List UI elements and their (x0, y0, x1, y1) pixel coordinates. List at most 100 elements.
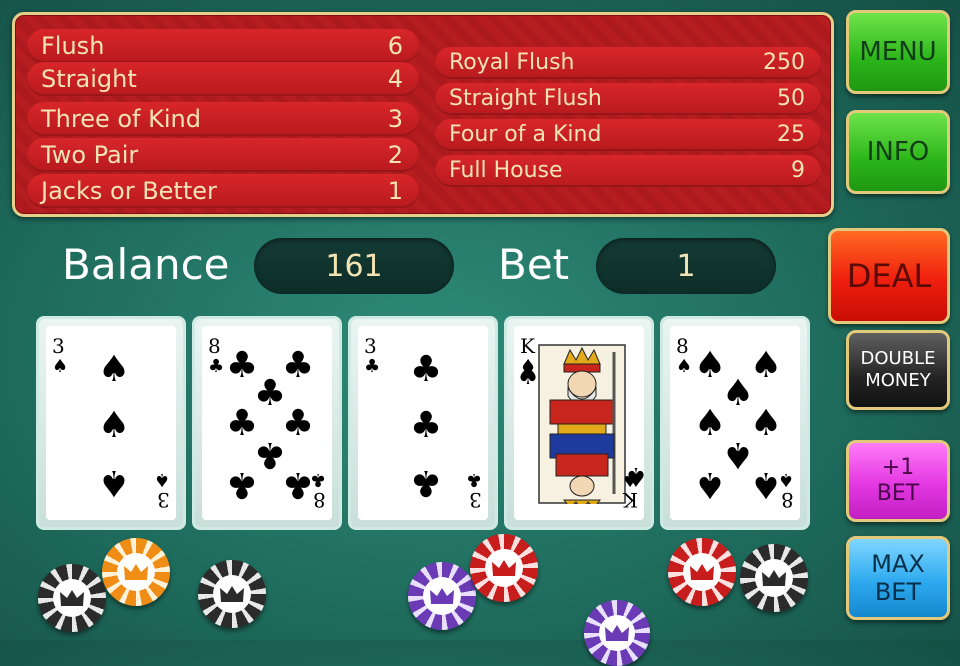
bet-value: 1 (596, 238, 776, 294)
chip-purple[interactable] (584, 600, 650, 666)
crown-icon (429, 587, 454, 604)
card-face: 3 ♣ ♣ ♣ ♣ ♣ 3 (358, 326, 488, 520)
spade-icon: ♠ (749, 345, 783, 386)
chip-black[interactable] (740, 544, 808, 612)
info-button[interactable]: INFO (846, 110, 950, 194)
spade-icon: ♠ (516, 361, 540, 391)
club-icon: ♣ (409, 349, 443, 390)
card-face: 3 ♠ ♠ ♠ ♠ ♠ 3 (46, 326, 176, 520)
spade-icon: ♠ (693, 464, 727, 505)
double-money-line2: MONEY (865, 370, 931, 391)
menu-button-label: MENU (859, 37, 937, 67)
double-money-line1: DOUBLE (860, 348, 936, 369)
card-5[interactable]: 8 ♠ ♠ ♠ ♠ ♠ ♠ ♠ ♠ ♠ ♠ 8 (660, 316, 810, 530)
hand-payout: 2 (387, 141, 403, 169)
chip-black[interactable] (38, 564, 106, 632)
card-rank: 8 (676, 334, 689, 358)
hand-name: Four of a Kind (449, 122, 602, 147)
hand-name: Straight (41, 65, 137, 93)
club-icon: ♣ (364, 356, 381, 377)
crown-icon (59, 589, 84, 606)
double-money-button[interactable]: DOUBLE MONEY (846, 330, 950, 410)
card-rank: 3 (469, 488, 482, 512)
club-icon: ♣ (409, 462, 443, 503)
spade-icon: ♠ (153, 469, 170, 490)
balance-value: 161 (254, 238, 454, 294)
max-bet-line1: MAX (871, 550, 925, 578)
max-bet-line2: BET (874, 578, 922, 606)
king-portrait-icon (538, 344, 626, 504)
deal-button-label: DEAL (846, 257, 932, 295)
crown-icon (123, 563, 148, 580)
card-3[interactable]: 3 ♣ ♣ ♣ ♣ ♣ 3 (348, 316, 498, 530)
card-rank: 3 (52, 334, 65, 358)
hand-name: Two Pair (41, 141, 139, 169)
card-rank: 8 (781, 488, 794, 512)
spade-icon: ♠ (621, 469, 638, 490)
spade-icon: ♠ (97, 405, 131, 446)
club-icon: ♣ (208, 356, 225, 377)
menu-button[interactable]: MENU (846, 10, 950, 94)
chip-purple[interactable] (408, 562, 476, 630)
crown-icon (689, 563, 714, 580)
club-icon: ♣ (225, 464, 259, 505)
card-face: 8 ♣ ♣ ♣ ♣ ♣ ♣ ♣ ♣ ♣ ♣ 8 (202, 326, 332, 520)
hand-payout: 4 (387, 65, 403, 93)
crown-icon (761, 569, 786, 586)
club-icon: ♣ (309, 469, 326, 490)
card-face: K ♠ ♠ ♠ ♠ K (514, 326, 648, 520)
club-icon: ♣ (281, 403, 315, 444)
paytable-row: Jacks or Better 1 (27, 174, 419, 208)
paytable-row: Four of a Kind 25 (435, 119, 821, 151)
spade-icon: ♠ (777, 469, 794, 490)
spade-icon: ♠ (52, 356, 69, 377)
bet-label: Bet (498, 240, 570, 289)
paytable-row: Straight 4 (27, 62, 419, 96)
hand-name: Flush (41, 32, 105, 60)
paytable-row: Two Pair 2 (27, 138, 419, 172)
paytable-row: Royal Flush 250 (435, 47, 821, 79)
hand-name: Straight Flush (449, 86, 602, 111)
card-rank: 3 (364, 334, 377, 358)
hand-payout: 250 (763, 50, 805, 75)
hand-payout: 25 (777, 122, 805, 147)
balance-label: Balance (62, 240, 230, 289)
card-rank: 8 (208, 334, 221, 358)
club-icon: ♣ (409, 405, 443, 446)
hand-name: Jacks or Better (41, 177, 217, 205)
paytable: Flush 6 Straight 4 Three of Kind 3 Two P… (12, 12, 834, 217)
card-rank: K (520, 334, 535, 358)
plus-one-bet-line1: +1 (881, 455, 915, 480)
crown-icon (219, 585, 244, 602)
spade-icon: ♠ (97, 462, 131, 503)
paytable-row: Straight Flush 50 (435, 83, 821, 115)
plus-one-bet-line2: BET (876, 481, 920, 506)
hand-payout: 9 (791, 158, 805, 183)
card-rank: K (623, 488, 638, 512)
chip-black[interactable] (198, 560, 266, 628)
chip-red[interactable] (668, 538, 736, 606)
info-button-label: INFO (866, 137, 930, 167)
club-icon: ♣ (465, 469, 482, 490)
max-bet-button[interactable]: MAX BET (846, 536, 950, 620)
deal-button[interactable]: DEAL (828, 228, 950, 324)
paytable-row: Full House 9 (435, 155, 821, 187)
card-1[interactable]: 3 ♠ ♠ ♠ ♠ ♠ 3 (36, 316, 186, 530)
card-face: 8 ♠ ♠ ♠ ♠ ♠ ♠ ♠ ♠ ♠ ♠ 8 (670, 326, 800, 520)
hand-name: Royal Flush (449, 50, 575, 75)
hand-payout: 50 (777, 86, 805, 111)
spade-icon: ♠ (749, 403, 783, 444)
hand-payout: 3 (387, 105, 403, 133)
card-4[interactable]: K ♠ ♠ ♠ ♠ K (504, 316, 654, 530)
spade-icon: ♠ (97, 349, 131, 390)
card-2[interactable]: 8 ♣ ♣ ♣ ♣ ♣ ♣ ♣ ♣ ♣ ♣ 8 (192, 316, 342, 530)
chip-red[interactable] (470, 534, 538, 602)
hand-name: Full House (449, 158, 563, 183)
spade-icon: ♠ (676, 356, 693, 377)
hand-name: Three of Kind (41, 105, 201, 133)
plus-one-bet-button[interactable]: +1 BET (846, 440, 950, 522)
hand-payout: 1 (387, 177, 403, 205)
chip-orange[interactable] (102, 538, 170, 606)
crown-icon (491, 559, 516, 576)
club-icon: ♣ (281, 345, 315, 386)
